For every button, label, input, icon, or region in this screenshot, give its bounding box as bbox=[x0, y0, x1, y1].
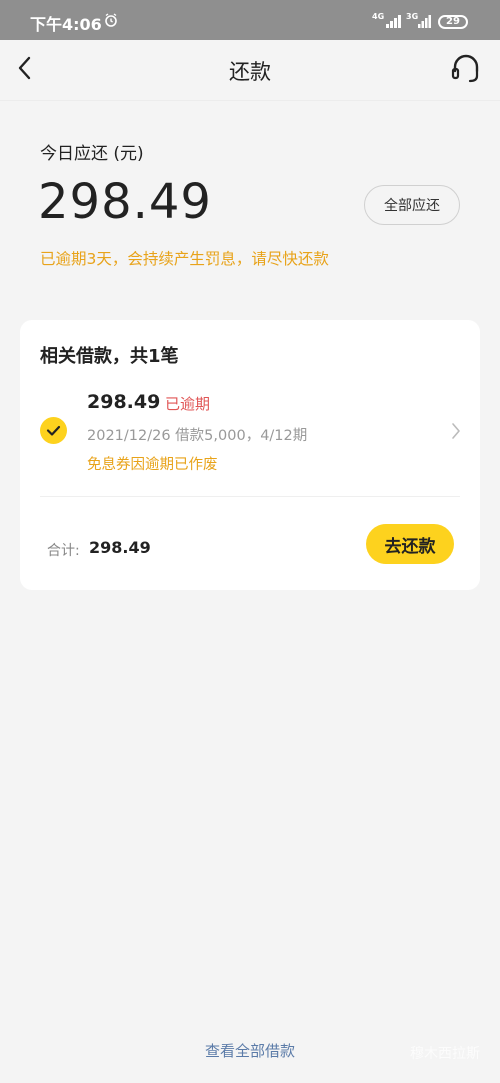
alarm-icon bbox=[105, 13, 117, 27]
chevron-right-icon[interactable] bbox=[450, 422, 462, 440]
related-loans-card: 相关借款，共1笔 298.49 已逾期 2021/12/26 借款5,000，4… bbox=[20, 320, 480, 590]
watermark: 穆木西拉斯 bbox=[410, 1046, 480, 1062]
headset-icon[interactable] bbox=[450, 52, 482, 86]
repay-button[interactable]: 去还款 bbox=[366, 524, 454, 564]
coupon-void-note: 免息券因逾期已作废 bbox=[87, 457, 218, 473]
total-label: 合计: bbox=[47, 543, 80, 559]
card-divider bbox=[40, 496, 460, 497]
signal-bars-icon bbox=[386, 15, 401, 28]
signal-bars-icon bbox=[418, 15, 431, 28]
today-due-amount: 298.49 bbox=[38, 174, 212, 230]
status-time: 下午4:06 bbox=[30, 15, 102, 34]
card-title: 相关借款，共1笔 bbox=[40, 346, 179, 367]
page-title: 还款 bbox=[229, 60, 271, 84]
status-bar: 下午4:06 4G 3G 29 bbox=[0, 0, 500, 40]
all-due-button[interactable]: 全部应还 bbox=[364, 185, 460, 225]
check-icon[interactable] bbox=[40, 417, 67, 444]
battery-indicator: 29 bbox=[438, 15, 468, 29]
today-due-label: 今日应还 (元) bbox=[40, 144, 144, 164]
loan-amount: 298.49 bbox=[87, 391, 161, 413]
nav-bar: 还款 bbox=[0, 40, 500, 101]
network-3g-label: 3G bbox=[406, 12, 419, 21]
total-value: 298.49 bbox=[89, 538, 151, 557]
overdue-warning: 已逾期3天，会持续产生罚息，请尽快还款 bbox=[40, 250, 329, 268]
loan-detail: 2021/12/26 借款5,000，4/12期 bbox=[87, 428, 308, 444]
overdue-status-badge: 已逾期 bbox=[165, 395, 211, 413]
network-4g-label: 4G bbox=[372, 12, 385, 21]
